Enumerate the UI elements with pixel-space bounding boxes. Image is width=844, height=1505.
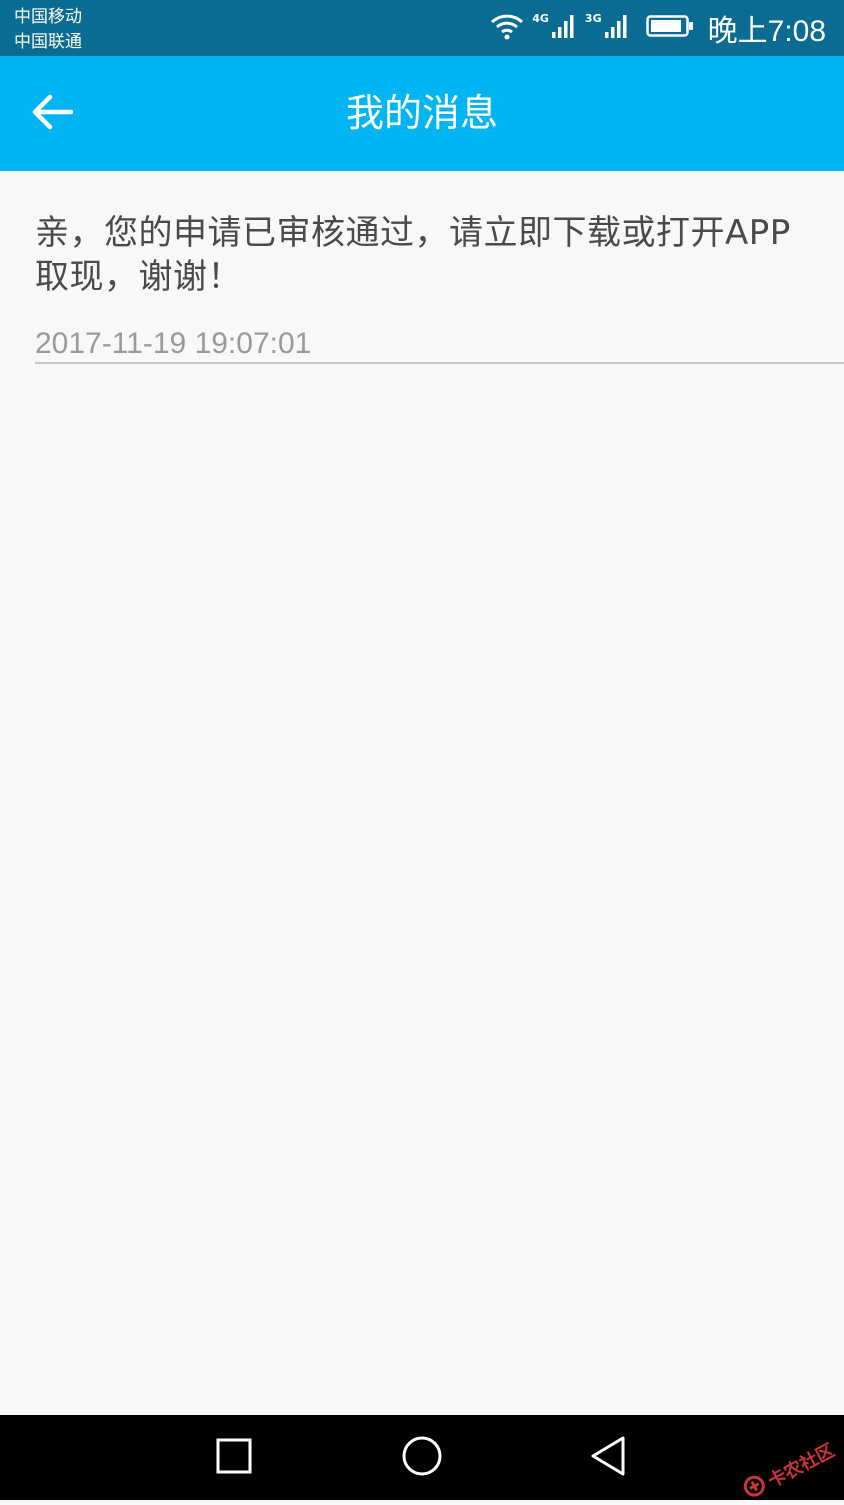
back-triangle-icon: [588, 1435, 628, 1481]
network-type-1: 4G: [532, 11, 549, 25]
recent-apps-button[interactable]: [209, 1433, 259, 1483]
signal-icon: [604, 13, 630, 43]
message-text: 亲，您的申请已审核通过，请立即下载或打开APP取现，谢谢！: [35, 213, 791, 297]
list-item[interactable]: 亲，您的申请已审核通过，请立即下载或打开APP取现，谢谢！ 2017-11-19…: [35, 171, 844, 364]
status-bar: 中国移动 中国联通 4G 3G 晚上7:08: [0, 0, 844, 56]
navigation-bar: 卡农社区: [0, 1415, 844, 1500]
carrier-1: 中国移动: [14, 7, 82, 27]
home-icon: [401, 1435, 443, 1481]
clock: 晚上7:08: [707, 15, 826, 48]
network-type-2: 3G: [584, 11, 602, 25]
status-icons: 4G 3G 晚上7:08: [490, 8, 826, 48]
back-nav-button[interactable]: [583, 1433, 633, 1483]
arrow-left-icon: [31, 94, 74, 134]
signal-icon: [551, 13, 577, 43]
back-button[interactable]: [22, 86, 82, 142]
home-button[interactable]: [397, 1433, 447, 1483]
wifi-icon: [490, 12, 524, 44]
message-timestamp: 2017-11-19 19:07:01: [35, 327, 312, 360]
recent-apps-icon: [215, 1437, 253, 1479]
message-list: 亲，您的申请已审核通过，请立即下载或打开APP取现，谢谢！ 2017-11-19…: [0, 171, 844, 364]
battery-icon: [645, 14, 694, 42]
page-title: 我的消息: [345, 91, 498, 135]
watermark-text: 卡农社区: [764, 1439, 838, 1492]
carrier-info: 中国移动 中国联通: [14, 5, 82, 55]
app-bar: 我的消息: [0, 56, 844, 171]
carrier-2: 中国联通: [14, 32, 82, 52]
watermark: 卡农社区: [739, 1436, 838, 1505]
